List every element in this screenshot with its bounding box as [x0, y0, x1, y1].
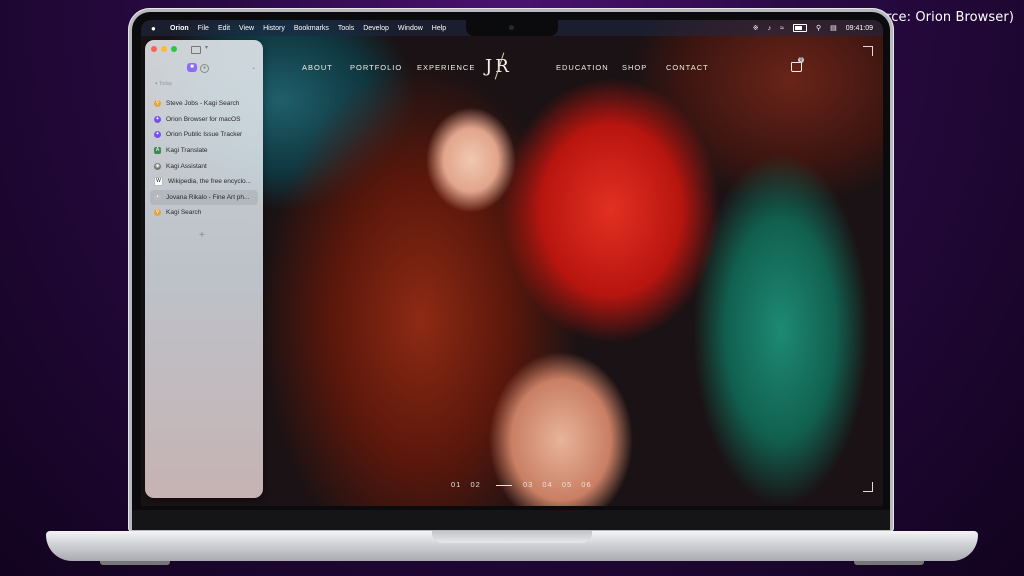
slide-progress-line: [495, 484, 512, 486]
zoom-window-button[interactable]: [171, 46, 177, 52]
kagi-search-icon: ⚲: [154, 100, 161, 108]
tab-item[interactable]: ✦ Orion Browser for macOS: [150, 112, 258, 128]
slide-dot-3[interactable]: 03: [523, 480, 533, 489]
tab-item[interactable]: ◉ Kagi Assistant: [150, 158, 258, 174]
menu-edit[interactable]: Edit: [218, 25, 230, 32]
laptop-foot-left: [100, 561, 170, 565]
nav-contact[interactable]: CONTACT: [666, 63, 709, 72]
vertical-tabs-sidebar: ▾ ■ ● ⌄ ▾ Today ⚲ Steve Jobs - Kagi Searc…: [145, 40, 263, 498]
laptop-foot-right: [854, 561, 924, 565]
camera-icon: [509, 25, 514, 30]
kagi-search-icon: ⚲: [154, 209, 161, 217]
slide-dot-5[interactable]: 05: [562, 480, 572, 489]
nav-about[interactable]: ABOUT: [302, 63, 333, 72]
menu-history[interactable]: History: [263, 25, 285, 32]
battery-icon[interactable]: [792, 24, 807, 32]
laptop-opening-notch: [432, 531, 592, 543]
tab-list: ⚲ Steve Jobs - Kagi Search ✦ Orion Browser…: [150, 96, 258, 221]
slide-pagination: 01 02 03 04 05 06: [451, 480, 598, 489]
menu-file[interactable]: File: [198, 25, 209, 32]
apple-icon[interactable]: ●: [151, 24, 161, 33]
bluetooth-icon[interactable]: ※: [753, 24, 759, 32]
laptop-chin: [132, 510, 890, 530]
menu-app-orion[interactable]: Orion: [170, 25, 189, 32]
nav-education[interactable]: EDUCATION: [556, 63, 609, 72]
laptop-screen: ● Orion File Edit View History Bookmarks…: [141, 20, 883, 506]
window-controls: [151, 46, 177, 52]
chevron-down-icon[interactable]: ▾: [205, 44, 208, 51]
tab-item[interactable]: A Kagi Translate: [150, 143, 258, 159]
slide-dot-4[interactable]: 04: [542, 480, 552, 489]
minimize-window-button[interactable]: [161, 46, 167, 52]
slide-dot-1[interactable]: 01: [451, 480, 461, 489]
tabs-section-label: ▾ Today: [155, 81, 173, 87]
menu-tools[interactable]: Tools: [338, 25, 354, 32]
menu-bookmarks[interactable]: Bookmarks: [294, 25, 329, 32]
volume-icon[interactable]: ♪: [768, 25, 772, 32]
page-icon: •: [154, 193, 161, 201]
new-tab-button[interactable]: +: [199, 230, 205, 241]
screen-notch: [466, 20, 558, 36]
corner-bracket-bottom-right: [863, 482, 873, 492]
menu-develop[interactable]: Develop: [363, 25, 389, 32]
wifi-icon[interactable]: ≈: [780, 25, 784, 32]
close-window-button[interactable]: [151, 46, 157, 52]
control-center-icon[interactable]: ▤: [830, 24, 837, 32]
corner-bracket-top-right: [863, 46, 873, 56]
slide-dot-6[interactable]: 06: [581, 480, 591, 489]
tab-item[interactable]: ⚲ Steve Jobs - Kagi Search: [150, 96, 258, 112]
orion-icon: ✦: [154, 115, 161, 123]
workspace-chevron-icon[interactable]: ⌄: [251, 64, 256, 71]
workspace-icon[interactable]: ■: [187, 63, 197, 72]
private-window-icon[interactable]: ●: [200, 64, 209, 73]
menu-help[interactable]: Help: [432, 25, 446, 32]
nav-experience[interactable]: EXPERIENCE: [417, 63, 475, 72]
translate-icon: A: [154, 147, 161, 155]
assistant-icon: ◉: [154, 162, 161, 170]
tab-item-active[interactable]: • Jovana Rikalo - Fine Art ph...: [150, 189, 258, 206]
sidebar-toggle-icon[interactable]: [191, 46, 201, 54]
menu-view[interactable]: View: [239, 25, 254, 32]
menu-window[interactable]: Window: [398, 25, 423, 32]
orion-icon: ✦: [154, 131, 161, 139]
slide-dot-2[interactable]: 02: [470, 480, 480, 489]
nav-portfolio[interactable]: PORTFOLIO: [350, 63, 402, 72]
spotlight-search-icon[interactable]: ⚲: [816, 24, 821, 32]
wikipedia-icon: W: [154, 177, 163, 187]
tab-item[interactable]: ✦ Orion Public Issue Tracker: [150, 127, 258, 143]
tab-item[interactable]: ⚲ Kagi Search: [150, 205, 258, 221]
menubar-clock[interactable]: 09:41:09: [846, 25, 873, 32]
tab-item[interactable]: W Wikipedia, the free encyclo...: [150, 174, 258, 190]
nav-shop[interactable]: SHOP: [622, 63, 647, 72]
